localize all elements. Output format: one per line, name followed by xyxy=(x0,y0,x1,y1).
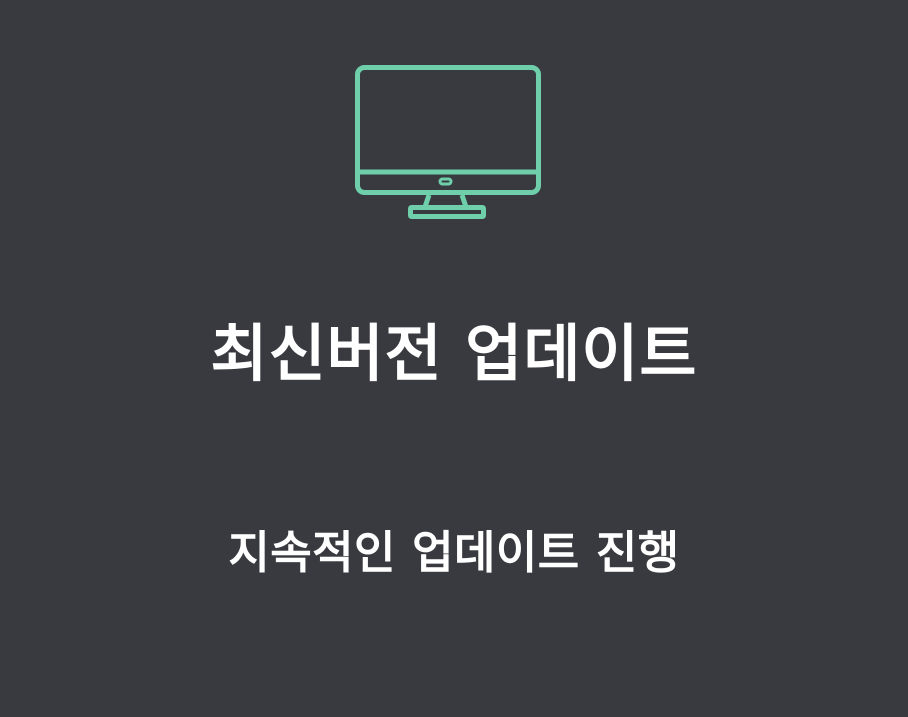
monitor-icon xyxy=(354,64,542,222)
feature-title: 최신버전 업데이트 xyxy=(210,317,698,390)
feature-subtitle: 지속적인 업데이트 진행 xyxy=(228,526,680,579)
feature-card: 최신버전 업데이트 지속적인 업데이트 진행 xyxy=(0,0,908,717)
